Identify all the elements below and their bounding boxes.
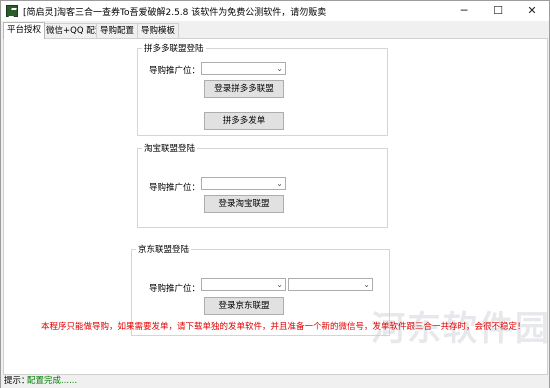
status-label: 提示： [4, 376, 30, 386]
jd-position-select[interactable]: ⌄ [201, 278, 286, 291]
taobao-position-label: 导购推广位： [149, 183, 201, 193]
taobao-login-button[interactable]: 登录淘宝联盟 [204, 195, 284, 213]
chevron-down-icon: ⌄ [276, 280, 283, 289]
title-bar: [简启灵]淘客三合一查券To吾爱破解2.5.8 该软件为免费公测软件，请勿贩卖 … [1, 1, 549, 21]
tab-guide-template[interactable]: 导购模板 [137, 23, 180, 38]
chevron-down-icon: ⌄ [276, 64, 283, 73]
taobao-group-title: 淘宝联盟登陆 [142, 142, 198, 154]
window-title: [简启灵]淘客三合一查券To吾爱破解2.5.8 该软件为免费公测软件，请勿贩卖 [23, 8, 327, 18]
app-logo-icon [6, 5, 18, 17]
pdd-login-button[interactable]: 登录拼多多联盟 [204, 80, 284, 98]
notice-text: 本程序只能做导购，如果需要发单，请下载单独的发单软件，并且准备一个新的微信号，发… [41, 322, 526, 332]
pdd-position-select[interactable]: ⌄ [201, 62, 286, 75]
tab-guide-config[interactable]: 导购配置 [96, 23, 139, 38]
chevron-down-icon: ⌄ [363, 280, 370, 289]
status-bar: 提示： 配置完成...... [1, 375, 549, 388]
taobao-login-group: 淘宝联盟登陆 导购推广位： ⌄ 登录淘宝联盟 [137, 142, 388, 228]
jd-position-select-2[interactable]: ⌄ [288, 278, 373, 291]
chevron-down-icon: ⌄ [276, 179, 283, 188]
jd-group-title: 京东联盟登陆 [136, 243, 192, 255]
minimize-button[interactable]: ─ [447, 1, 481, 21]
app-window: [简启灵]淘客三合一查券To吾爱破解2.5.8 该软件为免费公测软件，请勿贩卖 … [0, 0, 550, 388]
pdd-position-label: 导购推广位： [149, 66, 201, 76]
close-button[interactable]: ✕ [515, 1, 549, 21]
maximize-button[interactable]: ☐ [481, 1, 515, 21]
status-value: 配置完成...... [27, 376, 78, 386]
pdd-login-group: 拼多多联盟登陆 导购推广位： ⌄ 登录拼多多联盟 拼多多发单 [137, 42, 388, 136]
jd-login-button[interactable]: 登录京东联盟 [204, 297, 284, 315]
tab-platform-auth[interactable]: 平台授权 [3, 22, 46, 39]
taobao-position-select[interactable]: ⌄ [201, 177, 286, 190]
pdd-send-button[interactable]: 拼多多发单 [204, 112, 284, 130]
pdd-group-title: 拼多多联盟登陆 [142, 42, 206, 54]
jd-position-label: 导购推广位： [149, 284, 201, 294]
